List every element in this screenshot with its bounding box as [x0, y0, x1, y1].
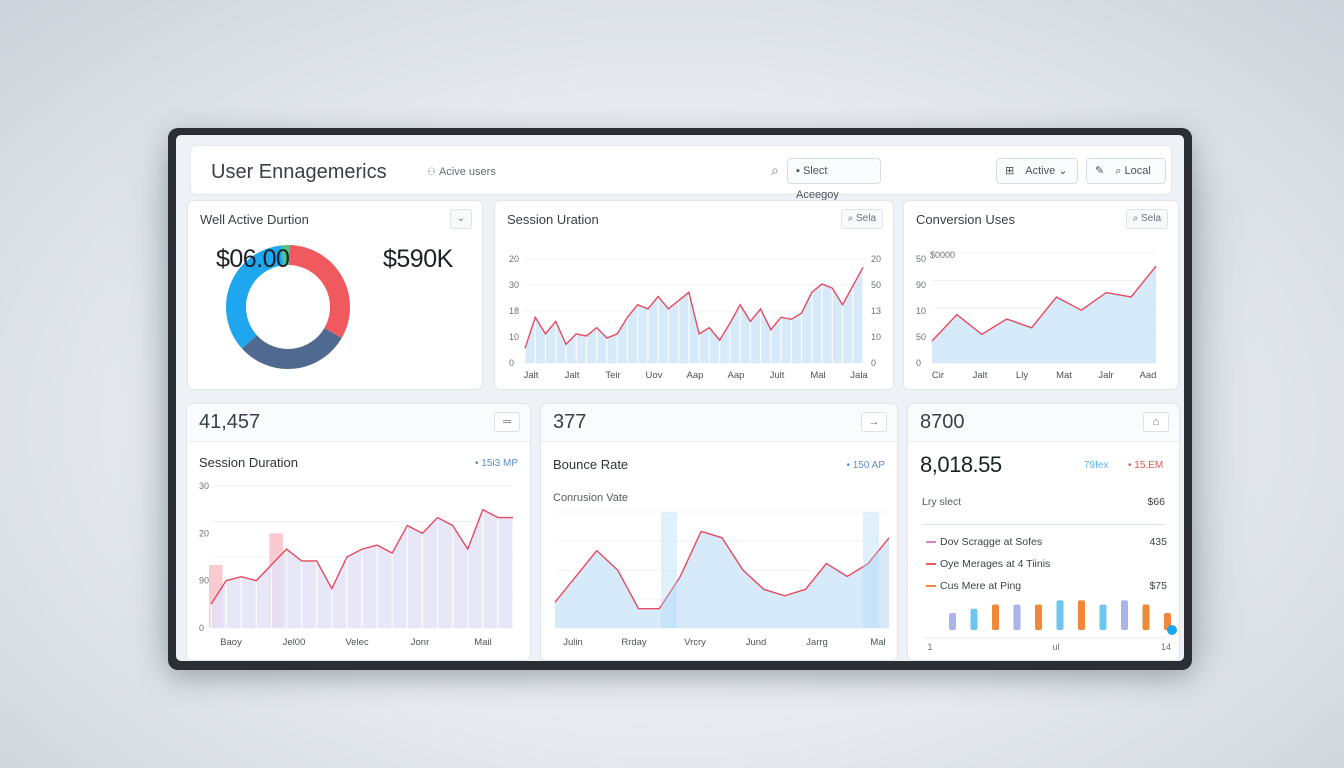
- x-tick-label: Baoy: [220, 637, 242, 648]
- y-tick-label: 18: [509, 306, 519, 316]
- grid-icon: ⊞: [1005, 165, 1015, 177]
- x-tick-label: Jalt: [565, 370, 580, 381]
- x-tick-label: Mat: [1056, 370, 1072, 381]
- active-users-badge[interactable]: ⚇ Acive users: [427, 166, 496, 178]
- x-tick-label: Jund: [746, 637, 767, 648]
- stats-bar: [970, 608, 978, 630]
- monitor-frame: User Ennagemerics ⚇ Acive users ⌕ ▪ Slect…: [168, 128, 1192, 670]
- stats-bar: [1013, 604, 1021, 630]
- x-tick-label: 14: [1161, 642, 1171, 652]
- stats-bar: [992, 604, 999, 630]
- stats-card: 8700 ⌂ 8,018.55 79fex • 15.EM Lry slect …: [907, 403, 1180, 661]
- bounce-highlight-band: [863, 512, 879, 628]
- active-duration-title: Well Active Durtion: [200, 212, 309, 227]
- y-tick-label-right: 50: [871, 280, 881, 290]
- bounce-area: [555, 531, 889, 628]
- stats-bar: [1121, 600, 1128, 630]
- x-tick-label: Jult: [770, 370, 785, 381]
- session-uration-chart: 20 30 18 10 0 20 50 13 10 0 Jalt Jalt Teir Uov Aap Aap J…: [509, 254, 881, 381]
- conversion-uses-chart: $0000 50 90 10 50 0 Cir Jalt Lly Mat Jalr Aad: [916, 250, 1157, 381]
- conversion-uses-card: Conversion Uses ⌕ Sela $0000 50 90 10 50 0 Cir…: [903, 200, 1179, 390]
- users-icon: ⚇: [427, 167, 436, 178]
- x-tick-label: Aap: [728, 370, 745, 381]
- bounce-highlight-band: [661, 512, 677, 628]
- x-tick-label: Jalt: [973, 370, 988, 381]
- session-duration-chart: 30 20 90 0 Baoy Jel00 Velec Jonr Mail: [199, 481, 514, 648]
- y-tick-label: 90: [199, 576, 209, 586]
- y-tick-label-right: 0: [871, 358, 876, 368]
- y-tick-label: 10: [509, 332, 519, 342]
- donut-segment-slate: [241, 327, 342, 369]
- session-uration-card: Session Uration ⌕ Sela 20 30 18 10 0 20 50 13 10…: [494, 200, 894, 390]
- stats-bar: [1099, 604, 1107, 630]
- x-tick-label: Aap: [687, 370, 704, 381]
- stats-bar: [949, 613, 956, 630]
- x-tick-label: Jala: [850, 370, 868, 381]
- category-select-label: Slect Aceegoy: [796, 165, 839, 201]
- y-tick-label: 50: [916, 254, 926, 264]
- x-tick-label: Uov: [646, 370, 663, 381]
- y-tick-label: 0: [509, 358, 514, 368]
- x-tick-label: Cir: [932, 370, 944, 381]
- x-tick-label: Vrcry: [684, 637, 706, 648]
- x-tick-label: Mal: [870, 637, 885, 648]
- donut-segment-red: [288, 245, 350, 338]
- y-tick-label: 30: [199, 481, 209, 491]
- y-tick-label: 0: [916, 358, 921, 368]
- x-tick-label: Mail: [474, 637, 491, 648]
- local-search-icon: ⌕: [1115, 165, 1122, 177]
- x-tick-label: Jel00: [283, 637, 306, 648]
- y-tick-label-right: 13: [871, 306, 881, 316]
- bounce-rate-card: 377 → Bounce Rate • 150 AP Conrusion Vat…: [540, 403, 898, 661]
- active-users-label: Acive users: [438, 166, 496, 178]
- x-tick-label: Jalr: [1098, 370, 1113, 381]
- bounce-rate-chart: Julin Rrday Vrcry Jund Jarrg Mal: [554, 511, 890, 648]
- page-title: User Ennagemerics: [211, 161, 387, 183]
- category-select-icon: ▪: [796, 165, 800, 177]
- x-tick-label: Rrday: [621, 637, 647, 648]
- chevron-down-icon: ⌄: [1058, 165, 1068, 177]
- donut-value-right: $590K: [383, 245, 453, 273]
- edit-icon: ✎: [1095, 165, 1105, 177]
- y-tick-label: 90: [916, 280, 926, 290]
- y-tick-label-right: 10: [871, 332, 881, 342]
- stats-bar: [1142, 604, 1150, 630]
- x-tick-label: Jalt: [524, 370, 539, 381]
- stats-bar: [1035, 604, 1042, 630]
- y-tick-label-right: 20: [871, 254, 881, 264]
- x-tick-label: Velec: [345, 637, 368, 648]
- y-tick-label: 50: [916, 332, 926, 342]
- stats-bar-chart: 1 ul 14: [924, 600, 1177, 652]
- stats-marker: [1167, 625, 1177, 635]
- local-button[interactable]: ✎ ⌕ Local: [1086, 158, 1166, 184]
- stats-bar: [1078, 600, 1085, 630]
- search-icon[interactable]: ⌕: [771, 162, 779, 179]
- x-tick-label: Jarrg: [806, 637, 828, 648]
- active-duration-card: Well Active Durtion ⌄ $06.00 $590K: [187, 200, 483, 390]
- top-bar: User Ennagemerics ⚇ Acive users ⌕ ▪ Slect…: [190, 145, 1172, 201]
- x-tick-label: Jonr: [411, 637, 429, 648]
- y-top-label: $0000: [930, 250, 955, 260]
- x-tick-label: Teir: [605, 370, 620, 381]
- active-dropdown[interactable]: ⊞ Active ⌄: [996, 158, 1078, 184]
- x-tick-label: Lly: [1016, 370, 1028, 381]
- x-tick-label: Julin: [563, 637, 583, 648]
- x-tick-label: Aad: [1140, 370, 1157, 381]
- donut-value-left: $06.00: [216, 245, 290, 273]
- session-duration-card: 41,457 ═ Session Duration • 15i3 MP 30 20…: [186, 403, 531, 661]
- y-tick-label: 30: [509, 280, 519, 290]
- x-tick-label: 1: [927, 642, 932, 652]
- chevron-down-icon[interactable]: ⌄: [450, 209, 472, 229]
- y-tick-label: 10: [916, 306, 926, 316]
- active-dropdown-label: Active: [1025, 165, 1056, 177]
- x-tick-label: Mal: [810, 370, 825, 381]
- stats-bar: [1056, 600, 1064, 630]
- x-tick-label: ul: [1052, 642, 1059, 652]
- y-tick-label: 20: [199, 528, 209, 538]
- category-select[interactable]: ▪ Slect Aceegoy: [787, 158, 881, 201]
- local-button-label: Local: [1124, 165, 1151, 177]
- dashboard-screen: User Ennagemerics ⚇ Acive users ⌕ ▪ Slect…: [176, 135, 1184, 661]
- y-tick-label: 20: [509, 254, 519, 264]
- y-tick-label: 0: [199, 623, 204, 633]
